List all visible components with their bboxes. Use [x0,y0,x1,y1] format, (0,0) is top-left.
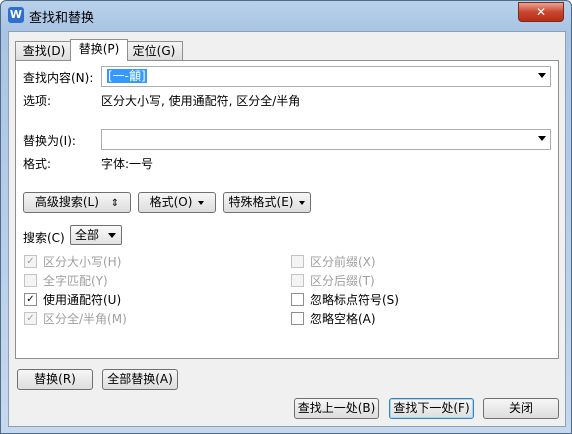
tab-replace[interactable]: 替换(P) [70,39,128,61]
chevron-down-icon [108,233,116,238]
advanced-search-label: 高级搜索(L) [34,195,99,209]
option-label: 区分大小写(H) [43,255,122,269]
find-previous-button[interactable]: 查找上一处(B) [294,398,379,419]
find-what-value: [一-龥] [107,69,147,83]
format-label: 格式: [23,157,52,171]
option-label: 全字匹配(Y) [43,274,108,288]
format-button[interactable]: 格式(O) [138,192,216,213]
option-checkbox: ✓ 区分全/半角(M) [24,312,127,326]
replace-button[interactable]: 替换(R) [17,369,93,390]
search-scope-select[interactable]: 全部 [70,225,122,245]
option-checkbox[interactable]: 忽略标点符号(S) [291,293,399,307]
checkmark-icon: ✓ [24,255,37,268]
search-scope-value: 全部 [75,228,100,242]
checkmark-icon: ✓ [24,312,37,325]
options-summary: 区分大小写, 使用通配符, 区分全/半角 [101,94,301,108]
close-window-button[interactable]: ✕ [518,2,564,22]
checkbox-icon [291,274,304,287]
checkbox-icon[interactable] [291,293,304,306]
option-label: 使用通配符(U) [43,293,122,307]
option-checkbox: 区分后缀(T) [291,274,375,288]
dropdown-arrow-icon [198,200,205,205]
special-format-button[interactable]: 特殊格式(E) [223,192,311,213]
replace-with-label: 替换为(I): [23,134,76,148]
option-label: 区分全/半角(M) [43,312,127,326]
checkbox-icon[interactable] [291,312,304,325]
option-label: 忽略标点符号(S) [310,293,399,307]
checkbox-icon [24,274,37,287]
wps-writer-icon: W [8,7,24,23]
special-format-label: 特殊格式(E) [228,195,294,209]
option-label: 区分前缀(X) [310,255,376,269]
format-summary: 字体:一号 [101,157,154,171]
checkbox-icon [291,255,304,268]
chevron-down-icon[interactable] [538,136,546,141]
find-what-input[interactable]: [一-龥] [101,66,551,87]
tab-goto[interactable]: 定位(G) [125,41,183,60]
advanced-search-button[interactable]: 高级搜索(L) ⇕ [23,192,131,213]
dialog-body: 查找(D) 替换(P) 定位(G) 查找内容(N): [一-龥] 选项: 区分大… [8,31,566,427]
format-button-label: 格式(O) [149,195,193,209]
option-checkbox[interactable]: 忽略空格(A) [291,312,376,326]
option-label: 忽略空格(A) [310,312,376,326]
option-checkbox: ✓ 区分大小写(H) [24,255,121,269]
checkmark-icon[interactable]: ✓ [24,293,37,306]
replace-with-input[interactable] [101,129,551,150]
find-replace-dialog: W 查找和替换 ✕ 查找(D) 替换(P) 定位(G) 查找内容(N): [一-… [0,0,572,434]
tab-find[interactable]: 查找(D) [15,41,73,60]
replace-all-button[interactable]: 全部替换(A) [102,369,178,390]
option-checkbox[interactable]: ✓ 使用通配符(U) [24,293,121,307]
search-scope-label: 搜索(C) [23,231,65,245]
dropdown-arrow-icon [299,200,306,205]
find-what-label: 查找内容(N): [23,71,94,85]
expand-collapse-icon: ⇕ [110,198,120,209]
options-label: 选项: [23,94,52,108]
option-label: 区分后缀(T) [310,274,375,288]
dialog-title: 查找和替换 [29,11,95,26]
option-checkbox: 全字匹配(Y) [24,274,108,288]
title-bar[interactable]: W 查找和替换 ✕ [1,1,571,29]
option-checkbox: 区分前缀(X) [291,255,376,269]
replace-panel: 查找内容(N): [一-龥] 选项: 区分大小写, 使用通配符, 区分全/半角 … [15,60,559,359]
find-next-button[interactable]: 查找下一处(F) [389,398,474,419]
chevron-down-icon[interactable] [538,73,546,78]
close-button[interactable]: 关闭 [483,398,559,419]
